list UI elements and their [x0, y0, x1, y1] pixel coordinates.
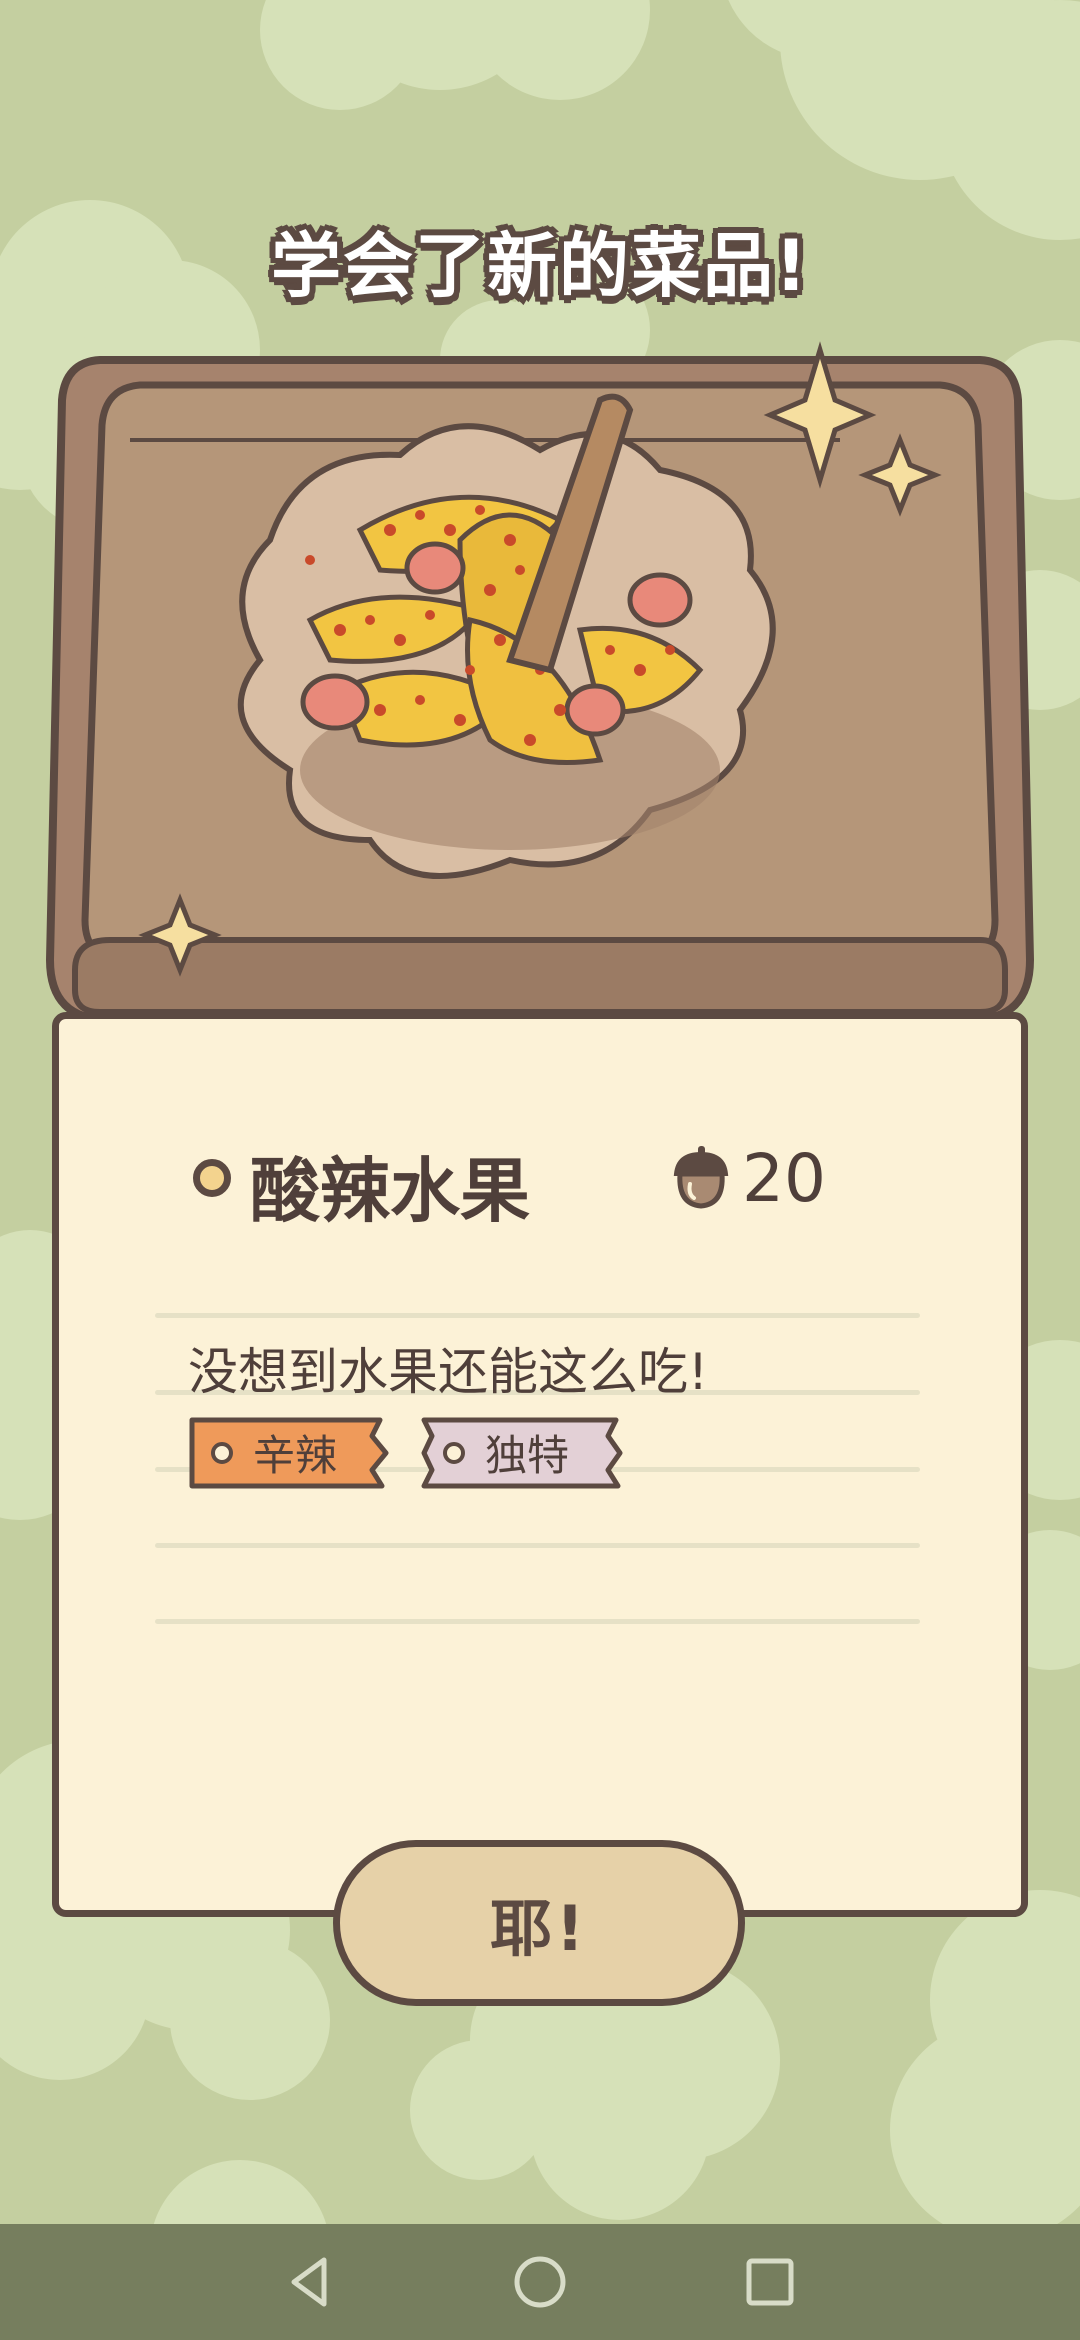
popup-title: 学会了新的菜品! [271, 225, 809, 307]
system-nav-bar [0, 2224, 1080, 2340]
dish-name: 酸辣水果 [250, 1150, 530, 1232]
price-value: 20 [742, 1140, 826, 1217]
back-icon[interactable] [280, 2252, 340, 2312]
tag-spicy: 辛辣 [188, 1416, 392, 1490]
tag-unique: 独特 [420, 1416, 624, 1490]
note-line [155, 1313, 920, 1318]
ring-bullet-icon [193, 1159, 231, 1197]
confirm-label: 耶! [489, 1892, 589, 1965]
dish-description: 没想到水果还能这么吃! [188, 1343, 709, 1401]
tag-label: 独特 [485, 1431, 570, 1480]
home-icon[interactable] [510, 2252, 570, 2312]
note-line [155, 1619, 920, 1624]
tag-label: 辛辣 [253, 1431, 338, 1480]
recents-icon[interactable] [740, 2252, 800, 2312]
acorn-icon [673, 1146, 729, 1209]
note-line [155, 1543, 920, 1548]
dish-illustration [45, 341, 1035, 1024]
confirm-button[interactable]: 耶! [333, 1840, 745, 2006]
